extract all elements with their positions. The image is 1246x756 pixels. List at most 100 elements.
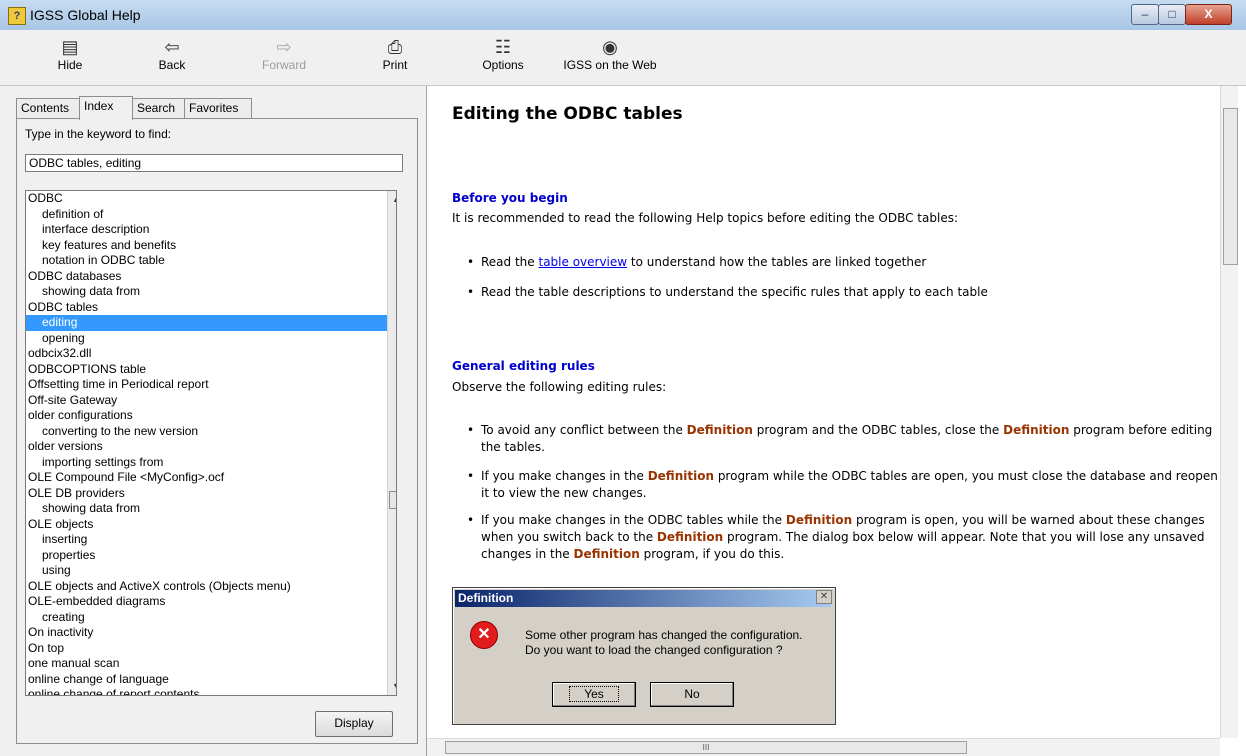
- options-icon: ☷: [494, 37, 512, 57]
- title-bar[interactable]: ? IGSS Global Help – □ X: [0, 0, 1246, 31]
- maximize-button[interactable]: □: [1158, 4, 1186, 25]
- rule-1-a: To avoid any conflict between the: [481, 423, 687, 437]
- dialog-line-1: Some other program has changed the confi…: [525, 628, 803, 642]
- index-list-item[interactable]: OLE-embedded diagrams: [26, 594, 396, 610]
- window-title: IGSS Global Help: [30, 7, 141, 23]
- rule-3: If you make changes in the ODBC tables w…: [467, 512, 1221, 563]
- tab-index[interactable]: Index: [79, 96, 133, 120]
- index-list-item[interactable]: On inactivity: [26, 625, 396, 641]
- hide-label: Hide: [57, 58, 83, 72]
- definition-term: Definition: [1003, 423, 1070, 437]
- index-list-item[interactable]: older configurations: [26, 408, 396, 424]
- index-list-item[interactable]: OLE Compound File <MyConfig>.ocf: [26, 470, 396, 486]
- close-button[interactable]: X: [1185, 4, 1232, 25]
- index-list-item[interactable]: definition of: [26, 207, 396, 223]
- before-bullet-1: Read the table overview to understand ho…: [467, 254, 1221, 271]
- bullet-1-suffix: to understand how the tables are linked …: [627, 255, 927, 269]
- topic-scroll-thumb[interactable]: [1223, 108, 1238, 265]
- index-list-item[interactable]: editing: [26, 315, 396, 331]
- hide-button[interactable]: ▤ Hide: [35, 36, 105, 72]
- definition-term: Definition: [573, 547, 640, 561]
- forward-button[interactable]: ⇨ Forward: [249, 36, 319, 72]
- index-list-item[interactable]: interface description: [26, 222, 396, 238]
- yes-label: Yes: [569, 686, 619, 702]
- index-list-item[interactable]: showing data from: [26, 501, 396, 517]
- options-label: Options: [482, 58, 524, 72]
- index-list-item[interactable]: ODBC databases: [26, 269, 396, 285]
- print-label: Print: [382, 58, 408, 72]
- tab-contents[interactable]: Contents: [16, 98, 80, 118]
- minimize-button[interactable]: –: [1131, 4, 1159, 25]
- index-list-item[interactable]: ODBC tables: [26, 300, 396, 316]
- table-overview-link[interactable]: table overview: [538, 255, 627, 269]
- dialog-yes-button: Yes: [552, 682, 636, 707]
- topic-pane: Editing the ODBC tables Before you begin…: [426, 86, 1246, 756]
- topic-title: Editing the ODBC tables: [452, 104, 683, 124]
- scroll-down-icon[interactable]: ▼: [388, 678, 396, 695]
- definition-term: Definition: [647, 469, 714, 483]
- definition-term: Definition: [686, 423, 753, 437]
- rule-3-d: program, if you do this.: [639, 547, 785, 561]
- index-list-item[interactable]: ODBCOPTIONS table: [26, 362, 396, 378]
- navigation-pane: Contents Index Search Favorites Type in …: [16, 96, 418, 744]
- scroll-up-icon[interactable]: ▲: [388, 191, 396, 208]
- scroll-thumb[interactable]: [389, 491, 396, 509]
- index-list-item[interactable]: On top: [26, 641, 396, 657]
- index-items: ODBC definition of interface description ke…: [26, 191, 396, 695]
- keyword-input[interactable]: [25, 154, 403, 172]
- print-button[interactable]: ⎙ Print: [360, 36, 430, 72]
- hide-pane-icon: ▤: [61, 37, 79, 57]
- definition-term: Definition: [656, 530, 724, 544]
- topic-hscroll-thumb[interactable]: III: [445, 741, 967, 754]
- index-list-item[interactable]: showing data from: [26, 284, 396, 300]
- index-tab-body: Type in the keyword to find: ODBCdefinit…: [16, 118, 418, 744]
- before-heading: Before you begin: [452, 191, 568, 205]
- index-list-item[interactable]: online change of report contents: [26, 687, 396, 695]
- index-list-item[interactable]: OLE objects and ActiveX controls (Object…: [26, 579, 396, 595]
- index-list-item[interactable]: importing settings from: [26, 455, 396, 471]
- index-list-item[interactable]: using: [26, 563, 396, 579]
- index-list-item[interactable]: converting to the new version: [26, 424, 396, 440]
- dialog-no-button: No: [650, 682, 734, 707]
- index-list-item[interactable]: online change of language: [26, 672, 396, 688]
- tab-search[interactable]: Search: [132, 98, 185, 118]
- help-app-icon: ?: [8, 7, 26, 25]
- index-scrollbar[interactable]: ▲ ▼: [387, 191, 396, 695]
- index-list-item[interactable]: inserting: [26, 532, 396, 548]
- before-intro: It is recommended to read the following …: [452, 211, 958, 225]
- topic-vertical-scrollbar[interactable]: [1220, 86, 1238, 738]
- web-button[interactable]: ◉ IGSS on the Web: [560, 36, 660, 72]
- options-button[interactable]: ☷ Options: [468, 36, 538, 72]
- dialog-line-2: Do you want to load the changed configur…: [525, 643, 783, 657]
- display-button[interactable]: Display: [315, 711, 393, 737]
- index-list-item[interactable]: Off-site Gateway: [26, 393, 396, 409]
- index-list-item[interactable]: older versions: [26, 439, 396, 455]
- rules-intro: Observe the following editing rules:: [452, 380, 667, 394]
- rule-3-a: If you make changes in the ODBC tables w…: [481, 513, 786, 527]
- help-window: ? IGSS Global Help – □ X ▤ Hide ⇦ Back ⇨…: [0, 0, 1246, 756]
- topic-horizontal-scrollbar[interactable]: III: [427, 738, 1220, 756]
- index-list-item[interactable]: odbcix32.dll: [26, 346, 396, 362]
- forward-arrow-icon: ⇨: [276, 37, 292, 57]
- index-list-item[interactable]: properties: [26, 548, 396, 564]
- index-list-item[interactable]: opening: [26, 331, 396, 347]
- back-label: Back: [158, 58, 186, 72]
- index-list-item[interactable]: OLE objects: [26, 517, 396, 533]
- forward-label: Forward: [261, 58, 306, 72]
- index-list[interactable]: ODBC definition of interface description ke…: [25, 190, 397, 696]
- tab-favorites[interactable]: Favorites: [184, 98, 252, 118]
- printer-icon: ⎙: [387, 37, 403, 57]
- bullet-1-prefix: Read the: [481, 255, 539, 269]
- index-list-item[interactable]: ODBC: [26, 191, 396, 207]
- index-list-item[interactable]: Offsetting time in Periodical report: [26, 377, 396, 393]
- back-button[interactable]: ⇦ Back: [137, 36, 207, 72]
- index-list-item[interactable]: one manual scan: [26, 656, 396, 672]
- index-list-item[interactable]: notation in ODBC table: [26, 253, 396, 269]
- rule-1: To avoid any conflict between the Defini…: [467, 422, 1221, 456]
- definition-term: Definition: [785, 513, 853, 527]
- index-list-item[interactable]: key features and benefits: [26, 238, 396, 254]
- rule-2: If you make changes in the Definition pr…: [467, 468, 1221, 502]
- index-list-item[interactable]: creating: [26, 610, 396, 626]
- index-list-item[interactable]: OLE DB providers: [26, 486, 396, 502]
- rules-heading: General editing rules: [452, 359, 595, 373]
